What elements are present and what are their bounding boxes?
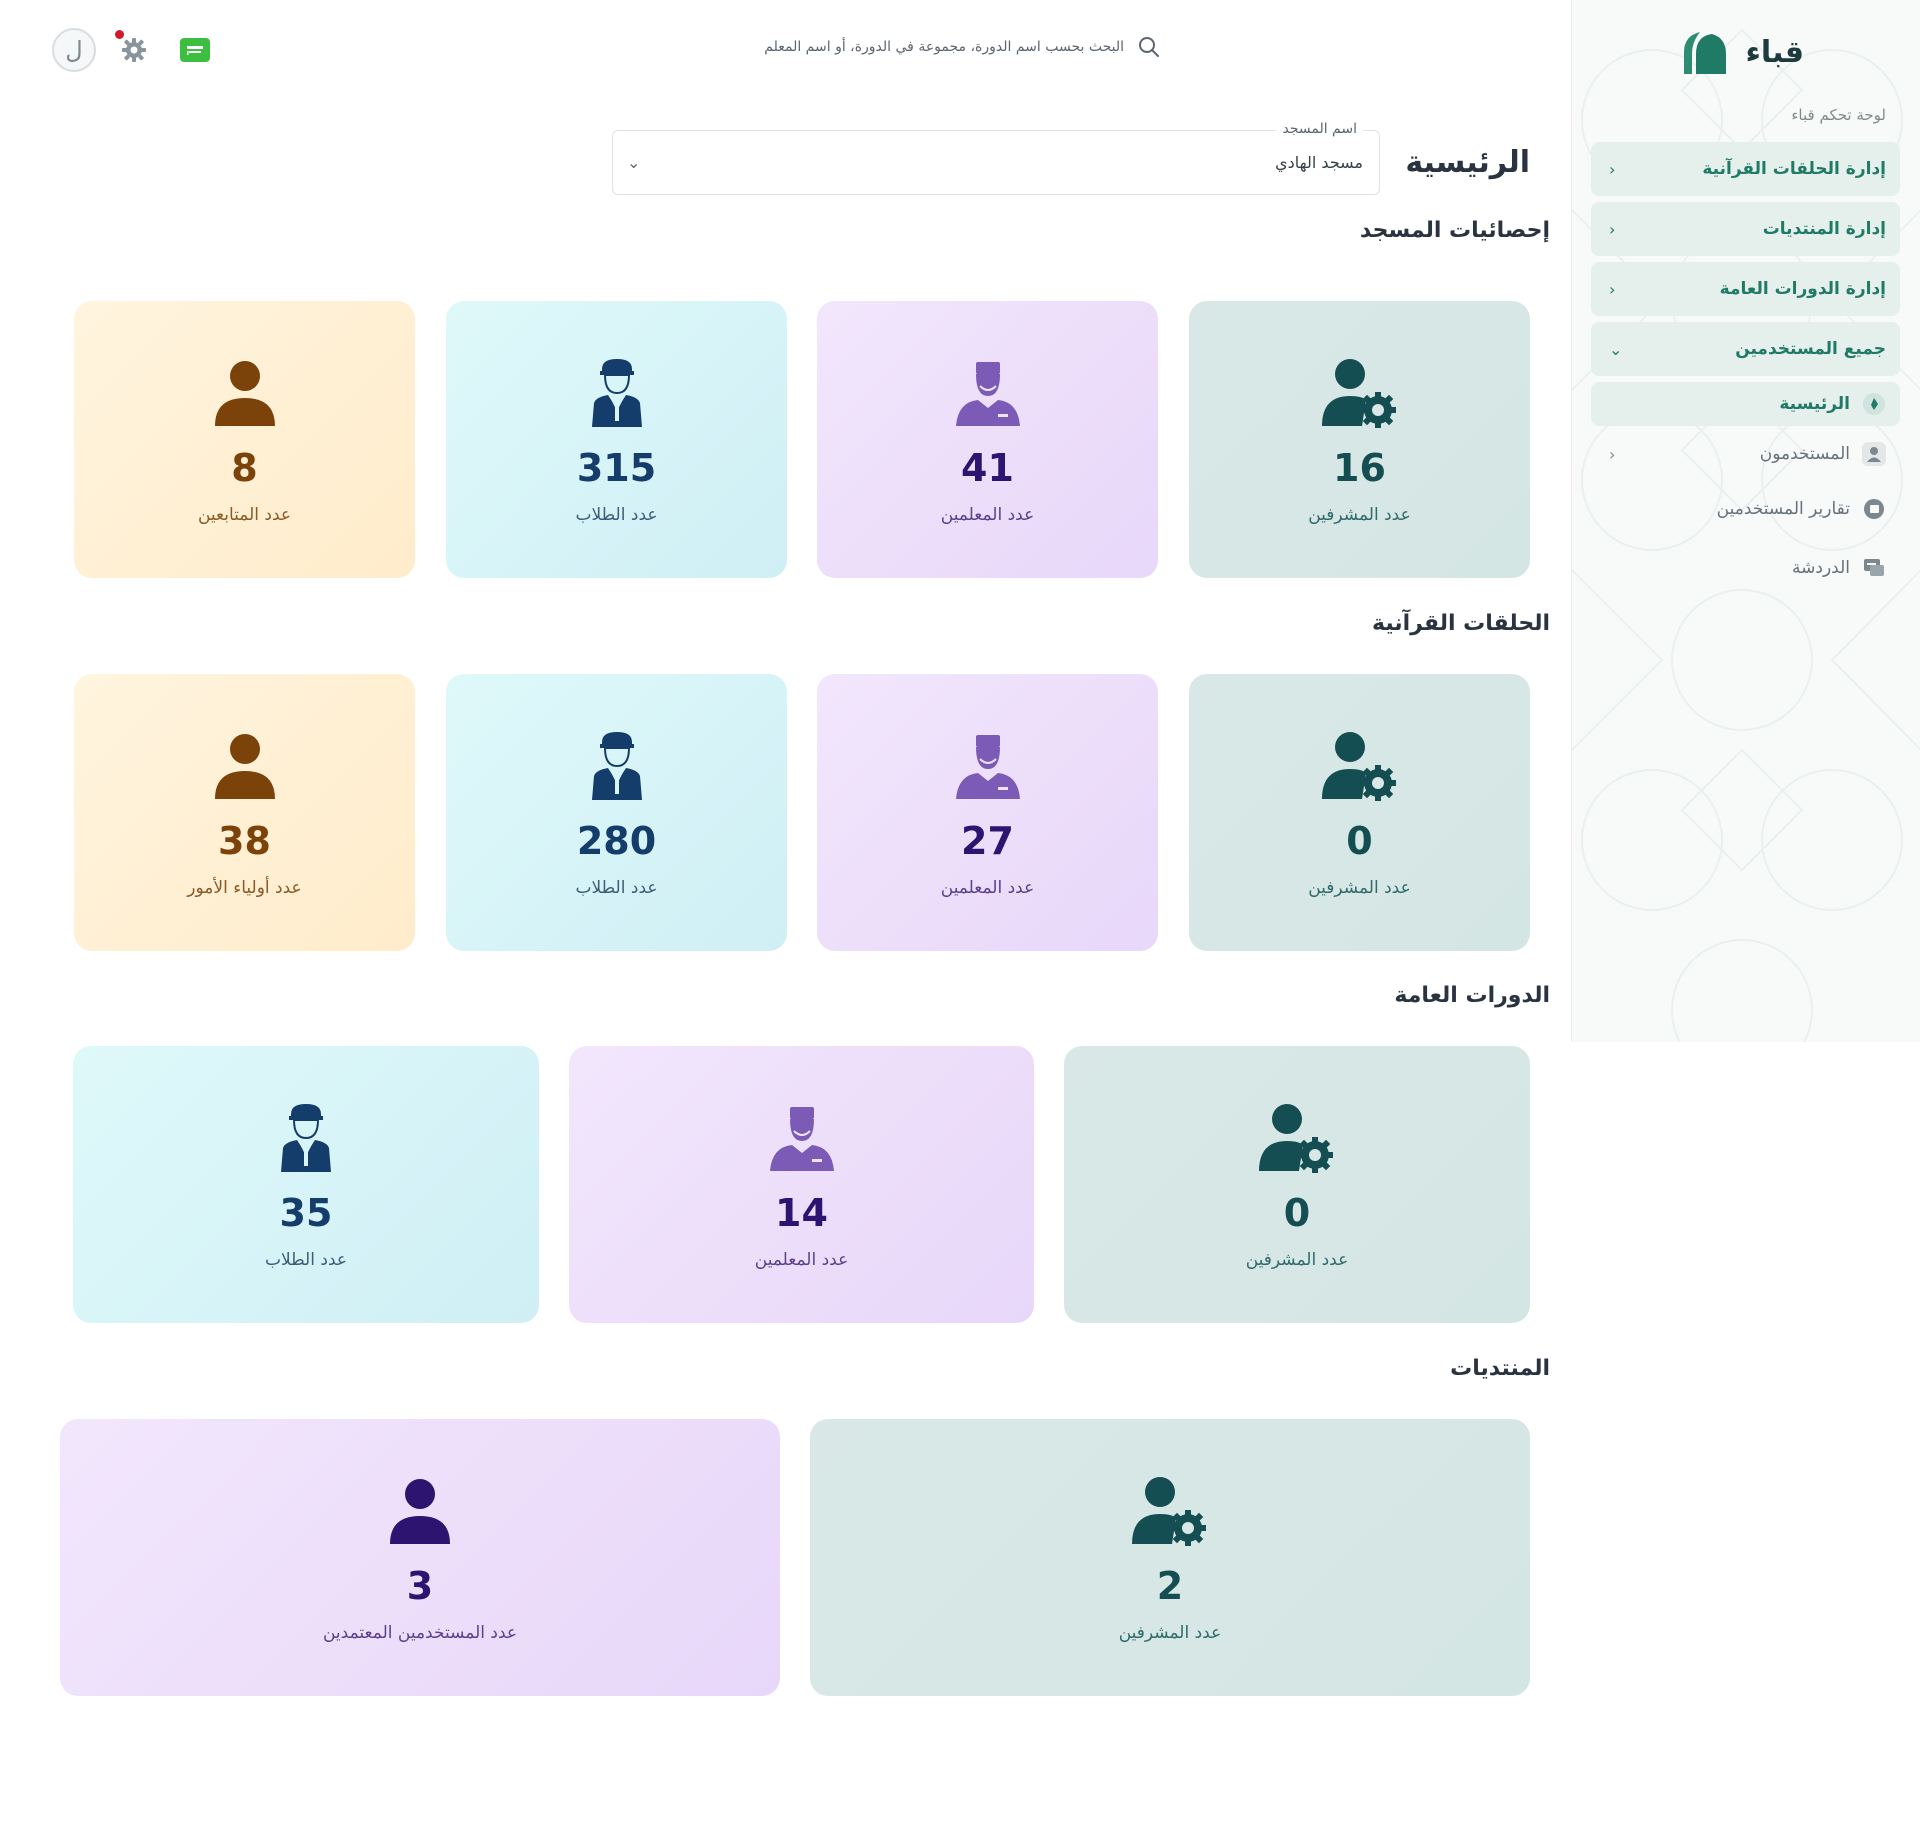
sidebar-subitem-home[interactable]: الرئيسية	[1591, 382, 1900, 426]
stat-value: 315	[576, 445, 657, 490]
sidebar-subitem-label: الدردشة	[1792, 558, 1850, 578]
stat-label: عدد المتابعين	[197, 504, 292, 525]
teacher-icon	[950, 728, 1026, 804]
stat-label: عدد أولياء الأمور	[187, 877, 302, 898]
stat-card-teachers[interactable]: 14 عدد المعلمين	[569, 1046, 1034, 1323]
sidebar-item-label: إدارة الدورات العامة	[1719, 279, 1886, 299]
chevron-left-icon: ‹	[1609, 444, 1616, 464]
stat-label: عدد المعلمين	[754, 1249, 849, 1270]
stat-label: عدد المشرفين	[1118, 1622, 1222, 1643]
section-title-forums: المنتديات	[1450, 1356, 1550, 1381]
section-title-mosque-stats: إحصائيات المسجد	[1359, 218, 1550, 243]
stat-value: 0	[1346, 818, 1373, 863]
search-bar[interactable]: البحث بحسب اسم الدورة، مجموعة في الدورة،…	[764, 36, 1160, 58]
sidebar-subitem-chat[interactable]: الدردشة	[1591, 546, 1900, 590]
teacher-icon	[950, 355, 1026, 431]
sidebar-item-forums[interactable]: إدارة المنتديات ‹	[1591, 202, 1900, 256]
stat-card-supervisors[interactable]: 2 عدد المشرفين	[810, 1419, 1530, 1696]
sidebar-item-all-users[interactable]: جميع المستخدمين ⌄	[1591, 322, 1900, 376]
stat-value: 38	[218, 818, 271, 863]
stat-value: 280	[576, 818, 657, 863]
chevron-left-icon: ‹	[1609, 219, 1616, 239]
mosque-select[interactable]: اسم المسجد مسجد الهادي ⌄	[612, 121, 1380, 195]
avatar[interactable]: ل	[52, 28, 96, 72]
user-gear-icon	[1321, 728, 1398, 804]
stat-card-students[interactable]: 280 عدد الطلاب	[446, 674, 787, 951]
stat-label: عدد المستخدمين المعتمدين	[322, 1622, 518, 1643]
stat-value: 27	[961, 818, 1014, 863]
stat-value: 2	[1156, 1563, 1184, 1608]
student-icon	[268, 1100, 344, 1176]
stat-card-followers[interactable]: 8 عدد المتابعين	[74, 301, 415, 578]
search-icon	[1139, 37, 1159, 57]
chevron-down-icon: ⌄	[1609, 339, 1623, 359]
stat-label: عدد المعلمين	[940, 504, 1035, 525]
stat-card-supervisors[interactable]: 0 عدد المشرفين	[1064, 1046, 1530, 1323]
sidebar-item-label: إدارة الحلقات القرآنية	[1702, 159, 1886, 179]
sidebar-subitem-users[interactable]: المستخدمون ‹	[1591, 432, 1900, 476]
stat-value: 0	[1283, 1190, 1311, 1235]
stat-label: عدد الطلاب	[264, 1249, 348, 1270]
stat-card-supervisors[interactable]: 16 عدد المشرفين	[1189, 301, 1530, 578]
stat-card-supervisors[interactable]: 0 عدد المشرفين	[1189, 674, 1530, 951]
person-icon	[207, 355, 283, 431]
stat-card-guardians[interactable]: 38 عدد أولياء الأمور	[74, 674, 415, 951]
user-gear-icon	[1132, 1473, 1208, 1549]
stat-label: عدد المشرفين	[1308, 877, 1411, 898]
stat-value: 14	[775, 1190, 828, 1235]
language-flag-icon[interactable]	[180, 38, 210, 62]
section-title-general-courses: الدورات العامة	[1394, 983, 1550, 1008]
sidebar-item-label: جميع المستخدمين	[1735, 339, 1886, 359]
sidebar-subitem-user-reports[interactable]: تقارير المستخدمين	[1591, 487, 1900, 531]
stat-value: 8	[231, 445, 258, 490]
stat-label: عدد الطلاب	[575, 877, 658, 898]
sidebar-subitem-label: تقارير المستخدمين	[1716, 499, 1850, 519]
stat-card-students[interactable]: 315 عدد الطلاب	[446, 301, 787, 578]
brand-name: قباء	[1745, 34, 1805, 70]
chevron-down-icon: ⌄	[627, 153, 641, 172]
stat-label: عدد المعلمين	[940, 877, 1035, 898]
sidebar-subitem-label: المستخدمون	[1759, 444, 1850, 464]
chevron-left-icon: ‹	[1609, 159, 1616, 179]
stat-label: عدد المشرفين	[1245, 1249, 1349, 1270]
user-gear-icon	[1321, 355, 1398, 431]
mosque-select-label: اسم المسجد	[1276, 121, 1363, 137]
stat-label: عدد المشرفين	[1308, 504, 1411, 525]
logo-icon	[1683, 32, 1726, 74]
sidebar-item-courses[interactable]: إدارة الدورات العامة ‹	[1591, 262, 1900, 316]
search-input[interactable]: البحث بحسب اسم الدورة، مجموعة في الدورة،…	[764, 39, 1124, 55]
sidebar-item-label: إدارة المنتديات	[1762, 219, 1886, 239]
stat-card-teachers[interactable]: 41 عدد المعلمين	[817, 301, 1158, 578]
stat-label: عدد الطلاب	[575, 504, 658, 525]
person-icon	[207, 728, 283, 804]
stat-card-teachers[interactable]: 27 عدد المعلمين	[817, 674, 1158, 951]
stat-card-approved-users[interactable]: 3 عدد المستخدمين المعتمدين	[60, 1419, 780, 1696]
notification-dot	[115, 30, 124, 39]
stat-value: 16	[1333, 445, 1386, 490]
stat-value: 41	[961, 445, 1014, 490]
teacher-icon	[764, 1100, 840, 1176]
chevron-left-icon: ‹	[1609, 279, 1616, 299]
person-icon	[382, 1473, 458, 1549]
top-bar: ل البحث بحسب اسم الدورة، مجموعة في الدور…	[0, 0, 1570, 100]
mosque-select-value: مسجد الهادي	[1275, 153, 1363, 172]
user-icon	[1862, 442, 1886, 466]
student-icon	[579, 355, 655, 431]
student-icon	[579, 728, 655, 804]
section-title-quran-circles: الحلقات القرآنية	[1372, 611, 1550, 636]
sidebar-caption: لوحة تحكم قباء	[1791, 106, 1886, 124]
home-icon	[1862, 392, 1886, 416]
stat-value: 3	[406, 1563, 434, 1608]
brand[interactable]: قباء	[1682, 30, 1805, 74]
stat-card-students[interactable]: 35 عدد الطلاب	[73, 1046, 539, 1323]
sidebar-subitem-label: الرئيسية	[1779, 394, 1850, 414]
user-gear-icon	[1259, 1100, 1335, 1176]
stat-value: 35	[279, 1190, 333, 1235]
sidebar: قباء لوحة تحكم قباء إدارة الحلقات القرآن…	[1571, 0, 1920, 1042]
gear-icon[interactable]	[120, 36, 148, 64]
page-title: الرئيسية	[1405, 145, 1530, 180]
sidebar-item-quran-circles[interactable]: إدارة الحلقات القرآنية ‹	[1591, 142, 1900, 196]
report-icon	[1862, 497, 1886, 521]
chat-icon	[1862, 556, 1886, 580]
